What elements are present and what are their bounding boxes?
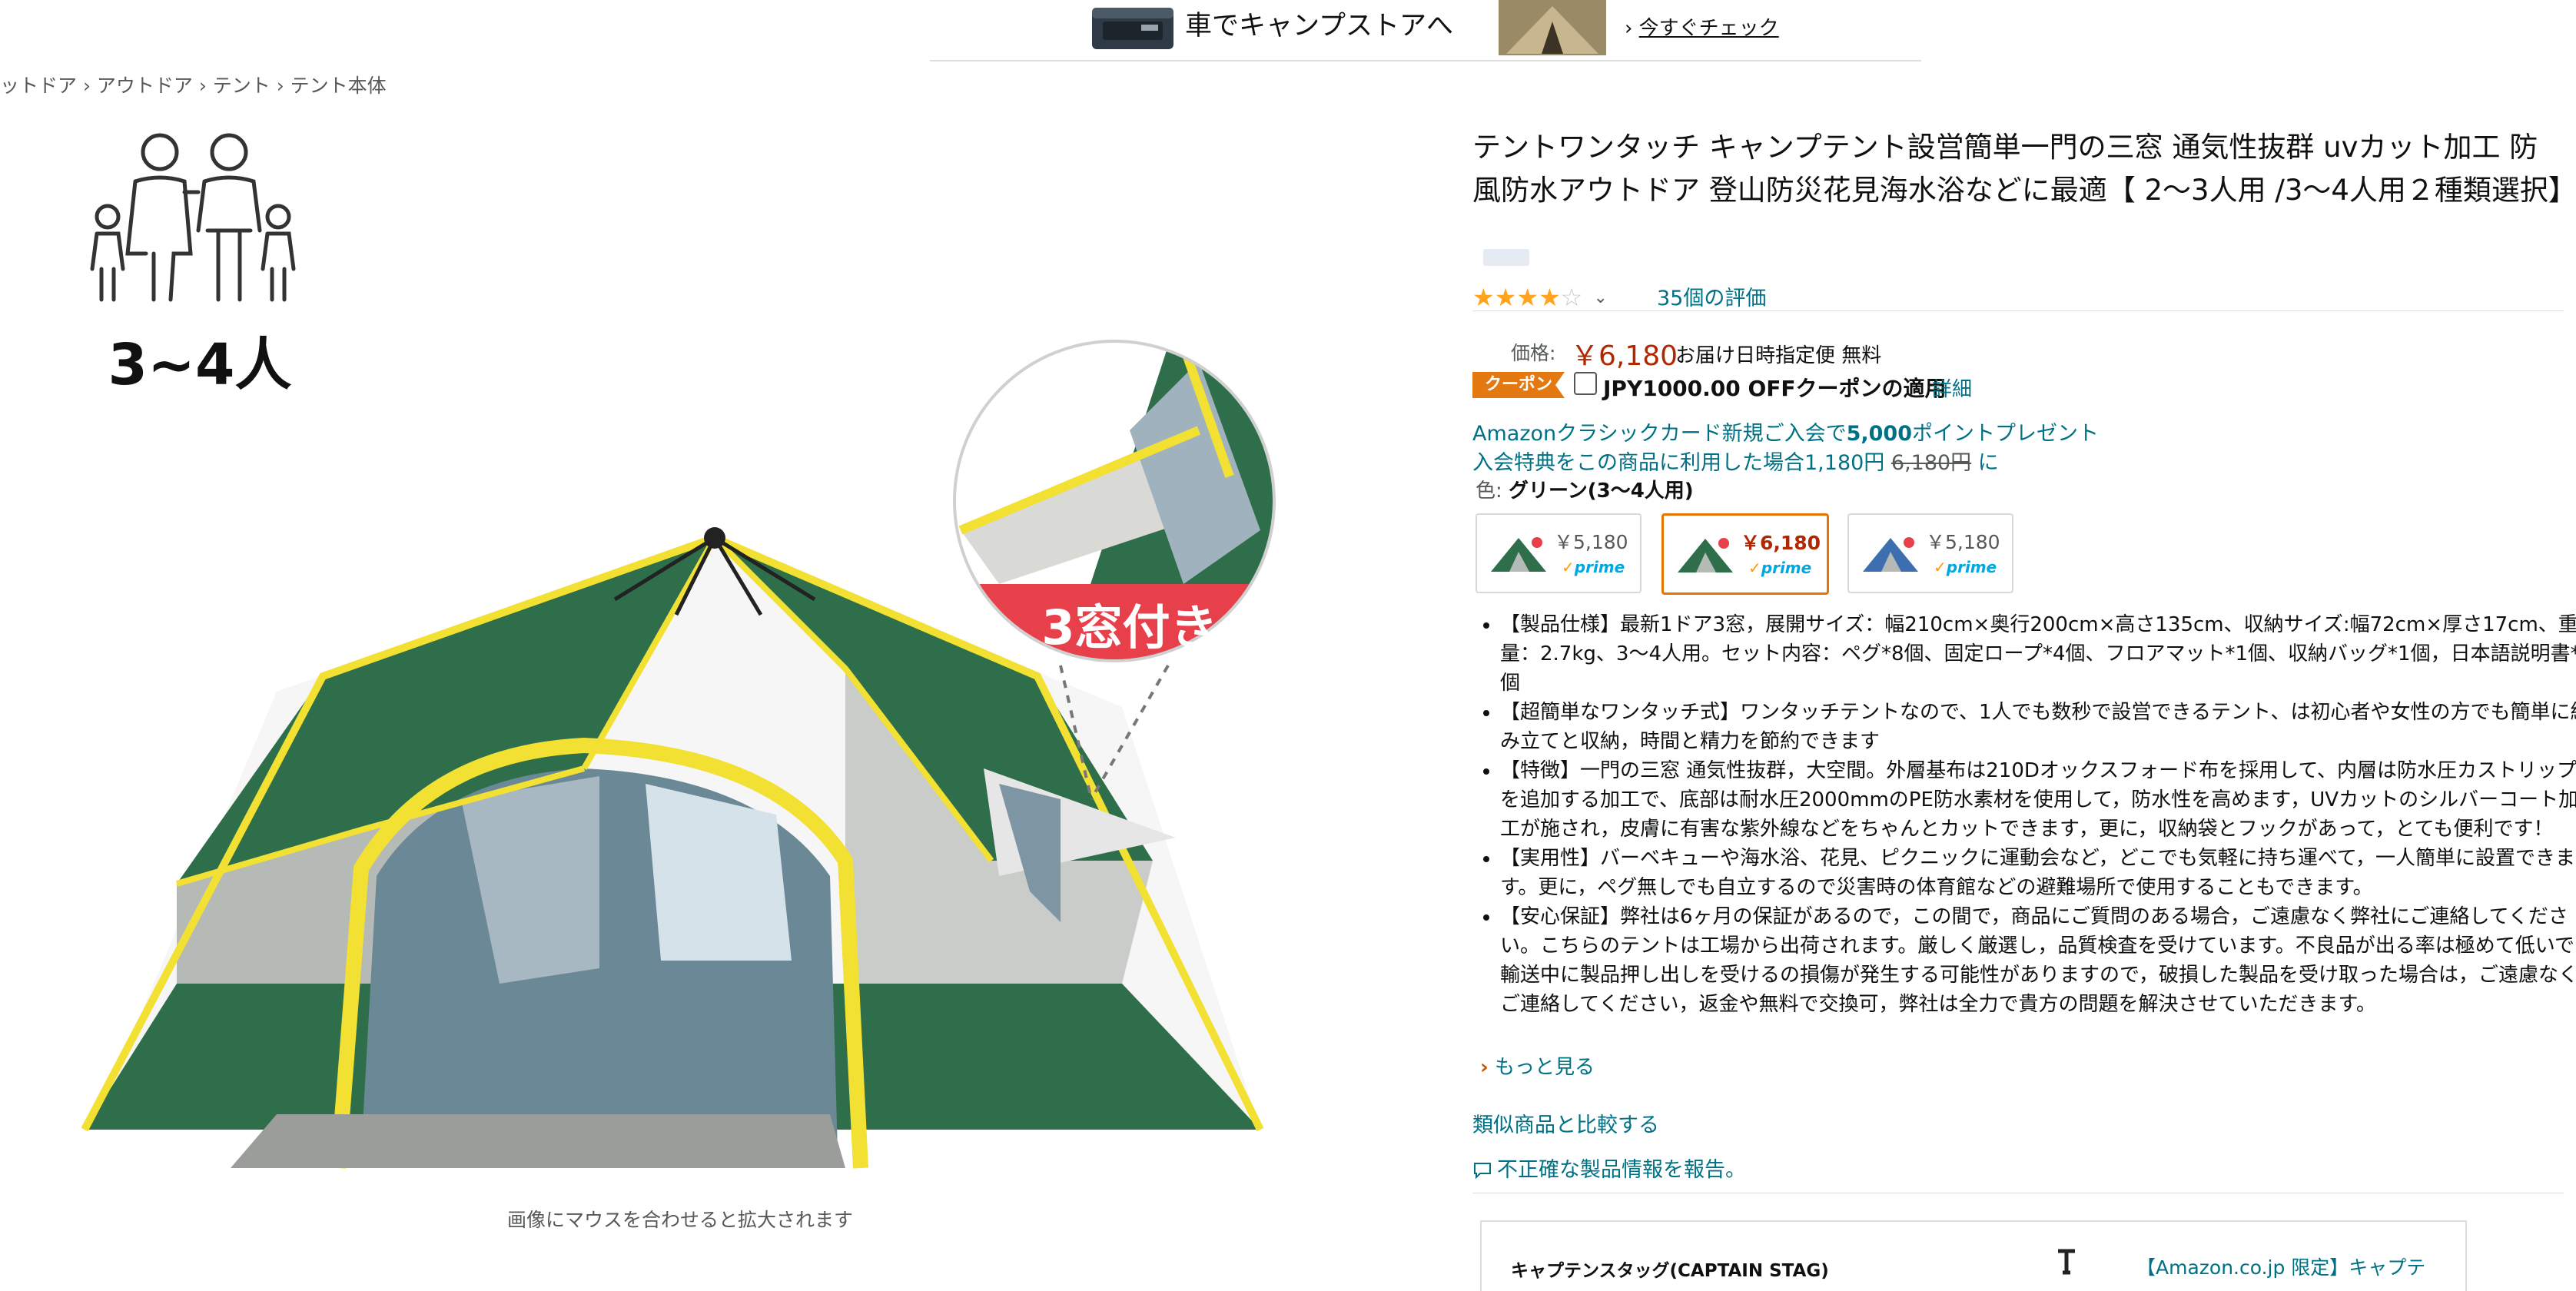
coupon-detail-link[interactable]: 詳細 (1932, 373, 1972, 402)
product-image[interactable]: 3~4人 3窓付き (0, 115, 1299, 1206)
card-offer-line2-suffix: に (1971, 451, 1999, 475)
pump-icon (2058, 1249, 2075, 1275)
speech-bubble-icon (1474, 1163, 1491, 1180)
banner-link-arrow: › (1625, 17, 1633, 40)
see-more-link[interactable]: › もっと見る (1480, 1051, 1595, 1080)
color-selection: 色: グリーン(3〜4人用) (1476, 475, 1694, 503)
banner-text[interactable]: 車でキャンプストアへ (1185, 6, 1453, 46)
tent-illustration: 3~4人 3窓付き (81, 133, 1276, 1169)
coupon-badge: クーポン (1472, 372, 1565, 398)
star-half-icon: ★ (1539, 283, 1561, 312)
report-info-label: 不正確な製品情報を報告。 (1497, 1158, 1746, 1182)
swatch-price: ￥6,180 (1741, 532, 1821, 554)
color-label: 色: (1476, 480, 1509, 503)
banner-link-text: 今すぐチェック (1638, 17, 1779, 40)
chevron-down-icon[interactable]: ⌄ (1593, 288, 1607, 307)
feature-bullets: 【製品仕様】最新1ドア3窓，展開サイズ：幅210cm×奥行200cm×高さ135… (1472, 610, 2576, 1019)
capacity-label: 3~4人 (108, 332, 292, 398)
tent-thumbnail-icon (1499, 0, 1606, 55)
cooler-box-icon (1092, 8, 1173, 49)
chevron-right-icon: › (1480, 1056, 1489, 1079)
feature-bullet: 【安心保証】弊社は6ヶ月の保証があるので，この間で，商品にご質問のある場合，ご遠… (1500, 902, 2576, 1019)
prime-badge: ✓prime (1562, 558, 1625, 576)
see-more-label: もっと見る (1494, 1056, 1595, 1079)
rating-count-link[interactable]: 35個の評価 (1657, 281, 1766, 311)
brand-link-blurred[interactable] (1483, 249, 1529, 266)
price-label: 価格: (1511, 342, 1556, 364)
report-info-link[interactable]: 不正確な製品情報を報告。 (1472, 1153, 1746, 1183)
tent-thumb-icon (1863, 537, 1918, 572)
color-swatch-option-1[interactable]: ￥5,180 ✓prime (1476, 513, 1642, 593)
card-offer-strike-price: 6,180円 (1891, 451, 1972, 475)
color-swatch-option-3[interactable]: ￥5,180 ✓prime (1847, 513, 2013, 593)
prime-badge: ✓prime (1934, 558, 1997, 576)
delivery-note: お届け日時指定便 無料 (1675, 344, 1882, 367)
feature-bullet: 【特徴】一門の三窓 通気性抜群，大空間。外層基布は210Dオックスフォード布を採… (1500, 756, 2576, 844)
divider (1472, 310, 2564, 311)
feature-bullet: 【超簡単なワンタッチ式】ワンタッチテントなので、1人でも数秒で設営できるテント、… (1500, 698, 2576, 756)
star-full-icon: ★ (1472, 283, 1495, 312)
prime-label: prime (1946, 558, 1997, 576)
color-value: グリーン(3〜4人用) (1509, 480, 1694, 503)
feature-bullet: 【製品仕様】最新1ドア3窓，展開サイズ：幅210cm×奥行200cm×高さ135… (1500, 610, 2576, 698)
related-brand[interactable]: キャプテンスタッグ(CAPTAIN STAG) (1511, 1256, 1829, 1282)
prime-label: prime (1574, 558, 1625, 576)
card-offer-points: 5,000 (1846, 422, 1912, 446)
breadcrumb[interactable]: ットドア › アウトドア › テント › テント本体 (0, 71, 387, 98)
coupon-text[interactable]: JPY1000.00 OFFクーポンの適用 (1603, 372, 1947, 403)
price: ￥6,180 (1571, 340, 1678, 372)
card-offer-prefix: Amazonクラシックカード新規ご入会で (1472, 422, 1847, 446)
related-title-link[interactable]: 【Amazon.co.jp 限定】キャプテ (2136, 1253, 2425, 1280)
star-empty-icon: ☆ (1560, 283, 1583, 312)
prime-label: prime (1761, 559, 1812, 577)
top-banner[interactable]: 車でキャンプストアへ › 今すぐチェック (930, 0, 1921, 61)
tent-thumb-icon (1491, 537, 1546, 572)
color-swatch-option-2[interactable]: ￥6,180 ✓prime (1661, 513, 1829, 595)
swatch-price: ￥5,180 (1554, 531, 1628, 553)
star-full-icon: ★ (1494, 283, 1517, 312)
compare-similar-link[interactable]: 類似商品と比較する (1472, 1108, 1659, 1138)
tent-thumb-icon (1678, 538, 1733, 572)
card-offer-line2[interactable]: 入会特典をこの商品に利用した場合1,180円 6,180円 に (1472, 446, 1999, 476)
feature-bullet: 【実用性】バーベキューや海水浴、花見、ピクニックに運動会など，どこでも気軽に持ち… (1500, 844, 2576, 902)
card-offer-line1[interactable]: Amazonクラシックカード新規ご入会で5,000ポイントプレゼント (1472, 417, 2099, 446)
callout-label: 3窓付き (1041, 599, 1217, 655)
star-rating[interactable]: ★★★★☆ ⌄ (1472, 284, 1608, 310)
zoom-hint: 画像にマウスを合わせると拡大されます (507, 1209, 854, 1231)
card-offer-suffix: ポイントプレゼント (1912, 422, 2099, 446)
star-full-icon: ★ (1516, 283, 1539, 312)
card-offer-line2-prefix: 入会特典をこの商品に利用した場合1,180円 (1472, 451, 1891, 475)
family-icon (90, 133, 296, 302)
banner-check-link[interactable]: › 今すぐチェック (1625, 12, 1779, 41)
coupon-checkbox[interactable] (1574, 372, 1597, 395)
product-title: テントワンタッチ キャンプテント設営簡単一門の三窓 通気性抜群 uvカット加工 … (1472, 131, 2576, 207)
swatch-price: ￥5,180 (1926, 531, 2000, 553)
prime-badge: ✓prime (1748, 559, 1812, 577)
